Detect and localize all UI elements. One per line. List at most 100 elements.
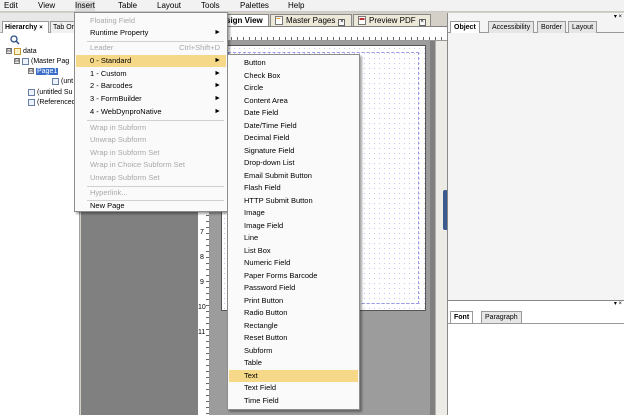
- menu-item-floating-field[interactable]: Floating Field: [76, 15, 226, 27]
- submenu-item-drop-down-list[interactable]: Drop-down List: [229, 157, 358, 169]
- menu-palettes[interactable]: Palettes: [240, 1, 269, 11]
- ruler-number: 10: [198, 304, 206, 311]
- tab-accessibility[interactable]: Accessibility: [488, 21, 535, 33]
- close-icon[interactable]: ×: [418, 19, 426, 26]
- menu-view[interactable]: View: [38, 1, 55, 11]
- submenu-arrow-icon: ►: [214, 57, 221, 64]
- tab-order-label: Tab Or: [53, 24, 75, 31]
- submenu-arrow-icon: ►: [214, 82, 221, 89]
- menu-table[interactable]: Table: [118, 1, 137, 11]
- submenu-item-decimal-field[interactable]: Decimal Field: [229, 132, 358, 144]
- submenu-item-button[interactable]: Button: [229, 57, 358, 69]
- document-icon: [275, 16, 283, 26]
- menu-item-label: Floating Field: [90, 16, 136, 25]
- submenu-item-print-button[interactable]: Print Button: [229, 295, 358, 307]
- tree-node-label: (untitled Su: [37, 89, 73, 96]
- tree-node-untitled-subform[interactable]: (untitled Su: [28, 88, 72, 97]
- menu-item-label: Leader: [90, 43, 114, 52]
- collapse-toggle-icon[interactable]: ⊟: [28, 68, 34, 75]
- tab-design-view[interactable]: sign View: [223, 14, 269, 26]
- menu-item-standard[interactable]: 0 - Standard ►: [76, 55, 226, 67]
- submenu-item-time-field[interactable]: Time Field: [229, 395, 358, 407]
- tree-node-data[interactable]: ⊟ data: [6, 47, 37, 56]
- menu-item-new-page[interactable]: New Page: [76, 200, 226, 212]
- menu-item-unwrap-subform[interactable]: Unwrap Subform: [76, 134, 226, 146]
- submenu-item-password-field[interactable]: Password Field: [229, 282, 358, 294]
- tab-layout[interactable]: Layout: [568, 21, 598, 33]
- font-panel: ▾ × Font Paragraph: [448, 300, 624, 415]
- collapse-toggle-icon[interactable]: ⊟: [14, 58, 20, 65]
- menu-item-unwrap-subform-set[interactable]: Unwrap Subform Set: [76, 172, 226, 184]
- submenu-item-text-field[interactable]: Text Field: [229, 382, 358, 394]
- tab-paragraph[interactable]: Paragraph: [481, 311, 522, 323]
- menu-layout[interactable]: Layout: [157, 1, 181, 11]
- menu-tools[interactable]: Tools: [201, 1, 220, 11]
- menu-item-label: 4 - WebDynproNative: [90, 107, 162, 116]
- tab-font[interactable]: Font: [450, 311, 474, 323]
- close-icon[interactable]: ×: [39, 25, 43, 31]
- close-icon[interactable]: ×: [338, 19, 346, 26]
- submenu-item-radio-button[interactable]: Radio Button: [229, 307, 358, 319]
- submenu-item-image-field[interactable]: Image Field: [229, 220, 358, 232]
- tree-node-master-pages[interactable]: ⊟ (Master Pag: [14, 57, 69, 66]
- tree-node-referenced[interactable]: (Referenced: [28, 98, 76, 107]
- tab-master-pages-label: Master Pages: [286, 16, 336, 25]
- menu-bar: Edit View Insert Table Layout Tools Pale…: [0, 0, 624, 12]
- submenu-arrow-icon: ►: [214, 70, 221, 77]
- search-row: [0, 34, 79, 46]
- panel-controls[interactable]: ▾ ×: [614, 13, 622, 20]
- submenu-item-image[interactable]: Image: [229, 207, 358, 219]
- tree-node-label: (Referenced: [37, 99, 76, 106]
- master-pages-icon: [22, 57, 29, 65]
- tab-hierarchy[interactable]: Hierarchy ×: [2, 21, 49, 33]
- submenu-item-check-box[interactable]: Check Box: [229, 70, 358, 82]
- menu-insert[interactable]: Insert: [75, 1, 96, 11]
- menu-item-wrap-in-subform[interactable]: Wrap in Subform: [76, 122, 226, 134]
- menu-item-formbuilder[interactable]: 3 - FormBuilder ►: [76, 93, 226, 105]
- submenu-item-reset-button[interactable]: Reset Button: [229, 332, 358, 344]
- submenu-item-signature-field[interactable]: Signature Field: [229, 145, 358, 157]
- menu-item-hyperlink[interactable]: Hyperlink...: [76, 187, 226, 199]
- submenu-item-numeric-field[interactable]: Numeric Field: [229, 257, 358, 269]
- submenu-item-content-area[interactable]: Content Area: [229, 95, 358, 107]
- tree-node-page1[interactable]: ⊟ Page1: [28, 67, 175, 106]
- submenu-item-text[interactable]: Text: [229, 370, 358, 382]
- submenu-item-line[interactable]: Line: [229, 232, 358, 244]
- menu-help[interactable]: Help: [288, 1, 304, 11]
- submenu-item-date-time-field[interactable]: Date/Time Field: [229, 120, 358, 132]
- collapse-toggle-icon[interactable]: ⊟: [6, 48, 12, 55]
- pdf-icon: [358, 16, 366, 26]
- menu-item-webdynpronative[interactable]: 4 - WebDynproNative ►: [76, 106, 226, 118]
- submenu-item-list-box[interactable]: List Box: [229, 245, 358, 257]
- menu-item-label: Unwrap Subform Set: [90, 173, 160, 182]
- menu-item-label: 1 - Custom: [90, 69, 127, 78]
- ruler-number: 11: [198, 329, 206, 336]
- menu-item-custom[interactable]: 1 - Custom ►: [76, 68, 226, 80]
- menu-item-label: Unwrap Subform: [90, 135, 147, 144]
- submenu-item-date-field[interactable]: Date Field: [229, 107, 358, 119]
- submenu-item-flash-field[interactable]: Flash Field: [229, 182, 358, 194]
- submenu-item-subform[interactable]: Subform: [229, 345, 358, 357]
- submenu-item-table[interactable]: Table: [229, 357, 358, 369]
- submenu-item-paper-forms-barcode[interactable]: Paper Forms Barcode: [229, 270, 358, 282]
- menu-edit[interactable]: Edit: [4, 1, 18, 11]
- submenu-item-http-submit-button[interactable]: HTTP Submit Button: [229, 195, 358, 207]
- menu-item-wrap-in-choice-subform-set[interactable]: Wrap in Choice Subform Set: [76, 159, 226, 171]
- panel-controls[interactable]: ▾ ×: [614, 300, 622, 307]
- tree-node-untitled-child[interactable]: (unt: [52, 77, 73, 86]
- submenu-item-circle[interactable]: Circle: [229, 82, 358, 94]
- submenu-item-rectangle[interactable]: Rectangle: [229, 320, 358, 332]
- menu-item-runtime-property[interactable]: Runtime Property ►: [76, 27, 226, 39]
- submenu-item-email-submit-button[interactable]: Email Submit Button: [229, 170, 358, 182]
- tab-master-pages[interactable]: Master Pages ×: [270, 14, 352, 26]
- menu-item-wrap-in-subform-set[interactable]: Wrap in Subform Set: [76, 147, 226, 159]
- left-tab-strip: Hierarchy × Tab Or: [0, 13, 79, 33]
- menu-item-barcodes[interactable]: 2 - Barcodes ►: [76, 80, 226, 92]
- magnifier-icon[interactable]: [10, 35, 20, 45]
- tab-object[interactable]: Object: [450, 21, 480, 33]
- menu-item-label: New Page: [90, 201, 125, 210]
- tab-border[interactable]: Border: [537, 21, 567, 33]
- menu-item-leader[interactable]: Leader Ctrl+Shift+D: [76, 42, 226, 54]
- tab-preview-pdf[interactable]: Preview PDF ×: [353, 14, 431, 26]
- menu-item-label: 0 - Standard: [90, 56, 132, 65]
